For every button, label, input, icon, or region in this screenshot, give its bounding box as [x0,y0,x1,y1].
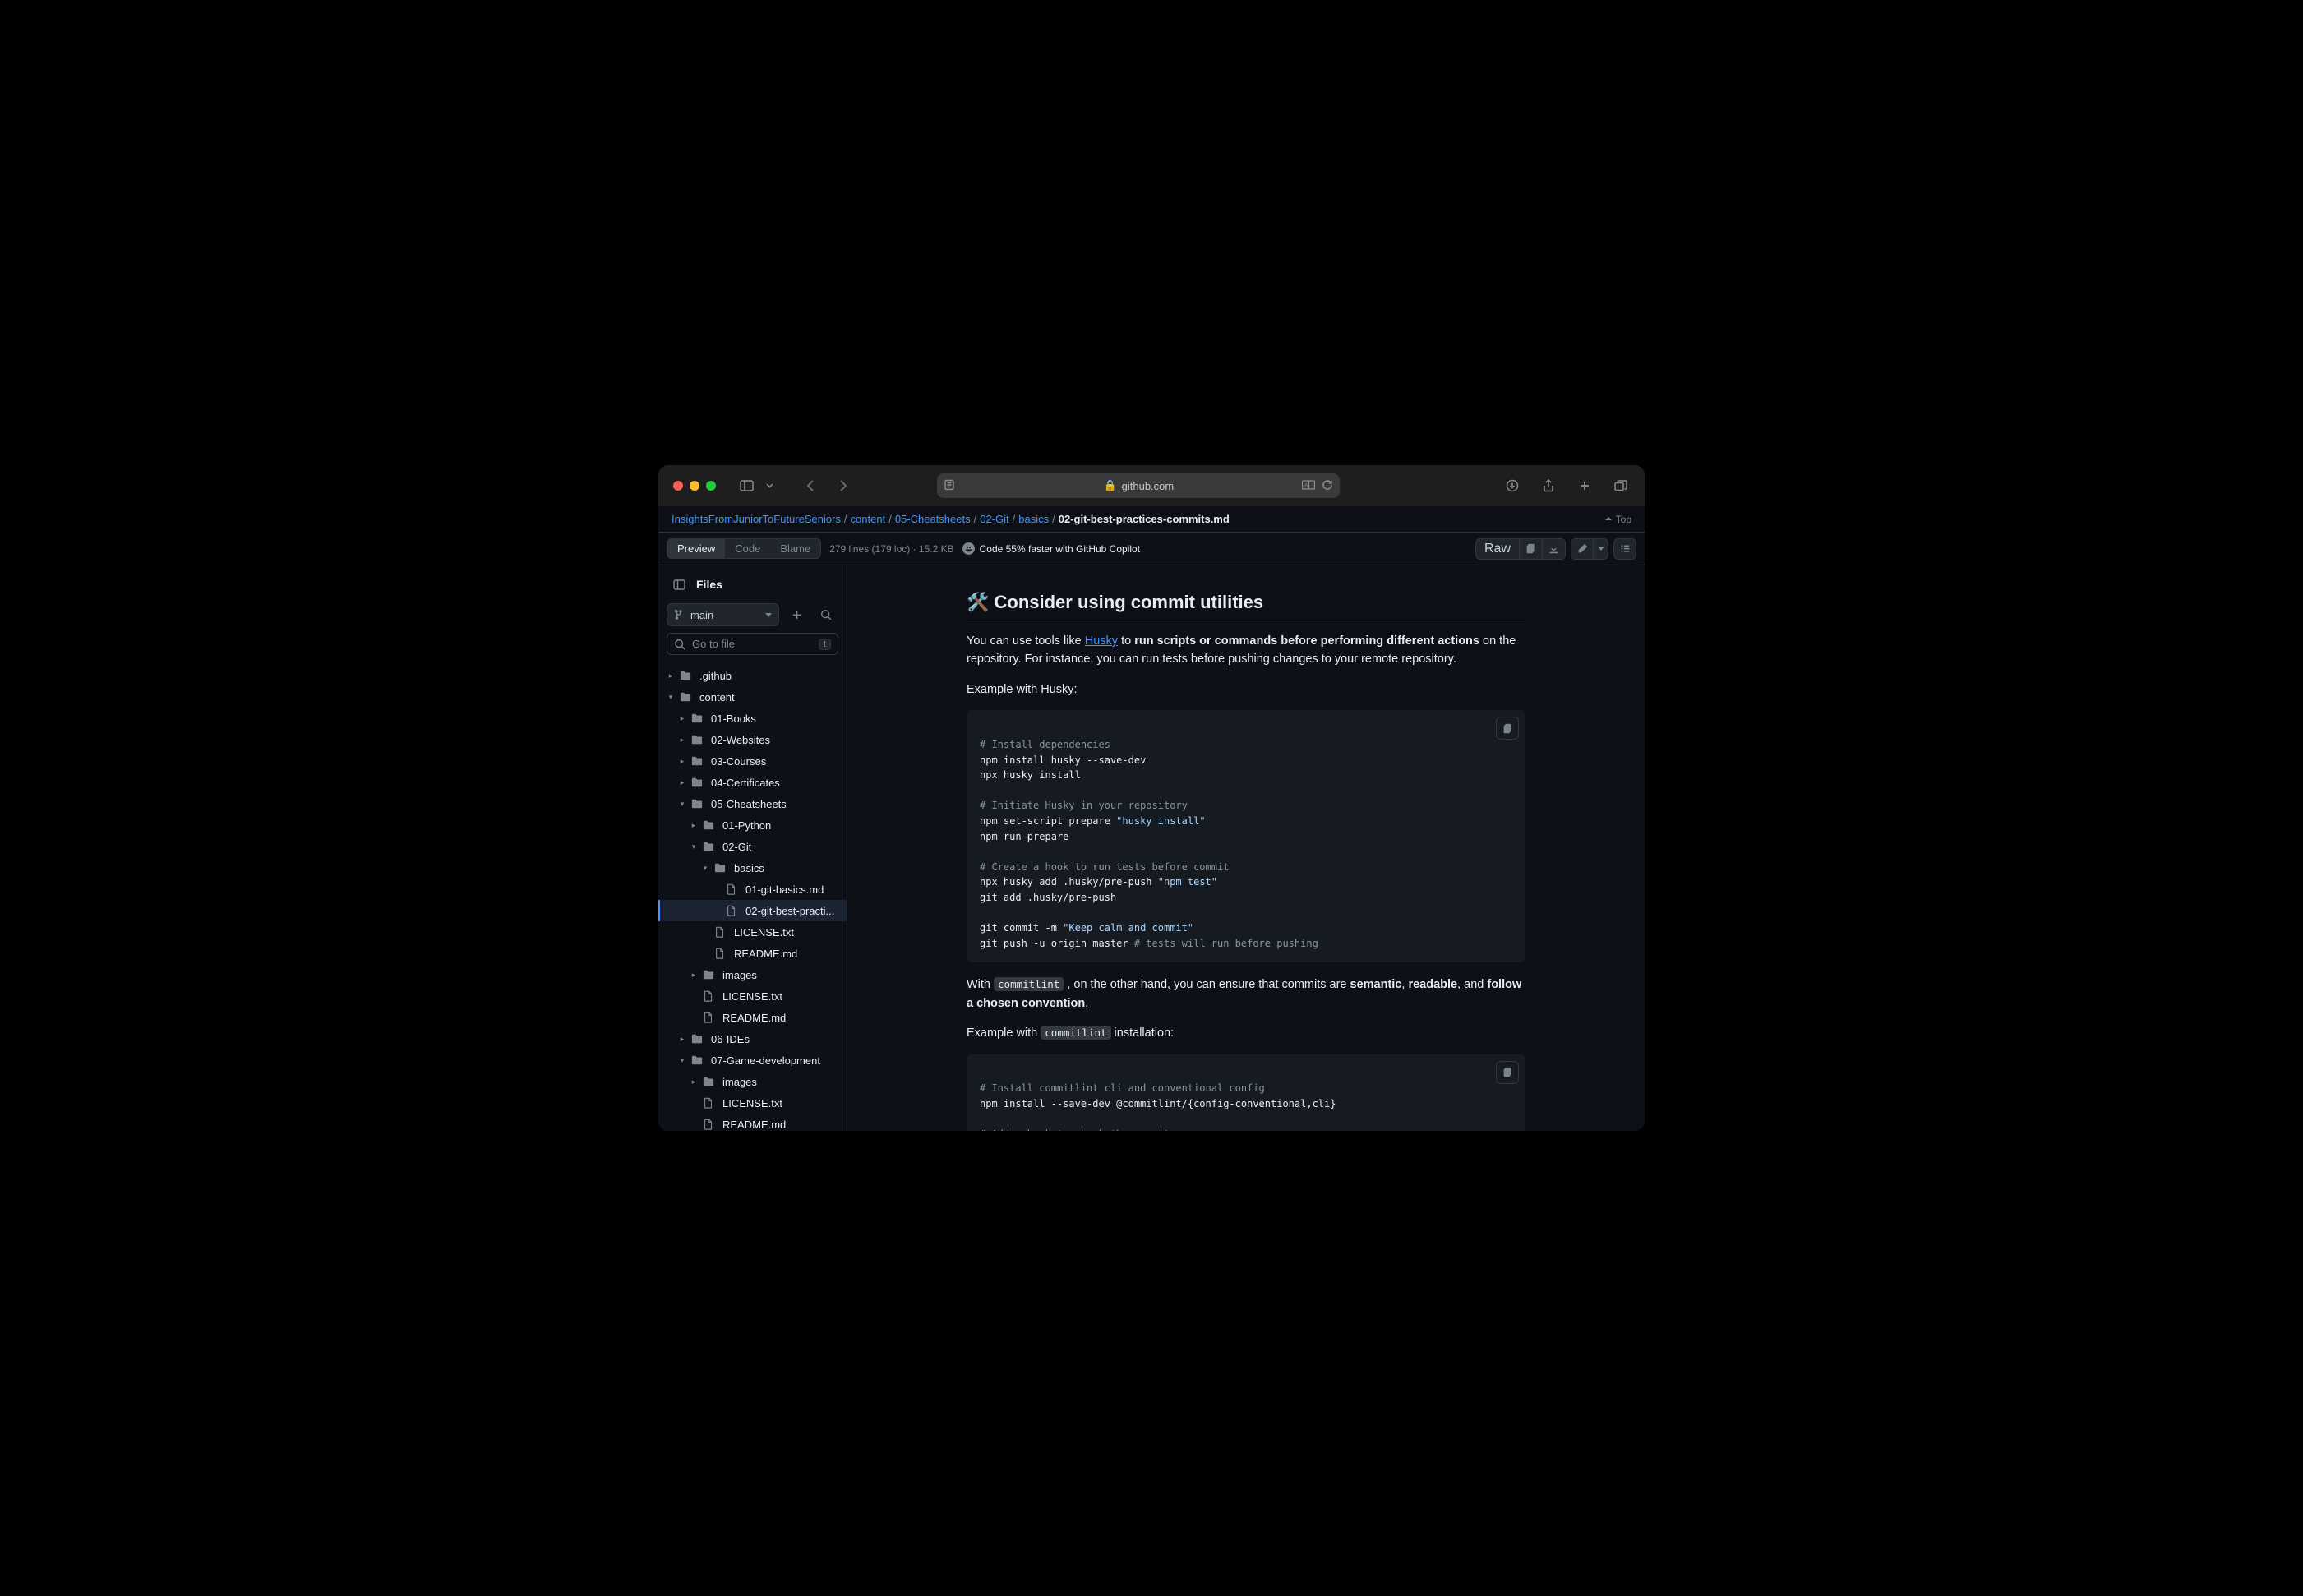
tree-folder[interactable]: ▾basics [658,857,847,879]
paragraph: Example with Husky: [967,680,1525,699]
tree-folder[interactable]: ▾02-Git [658,836,847,857]
add-file-icon[interactable] [784,603,809,626]
tree-folder[interactable]: ▸06-IDEs [658,1028,847,1049]
paragraph: You can use tools like Husky to run scri… [967,632,1525,669]
sidebar-title: Files [696,578,722,591]
tree-file[interactable]: 01-git-basics.md [658,879,847,900]
header-row: InsightsFromJuniorToFutureSeniors / cont… [658,506,1645,533]
translate-icon[interactable]: A [1302,479,1315,493]
tree-folder[interactable]: ▸01-Books [658,708,847,729]
tree-folder[interactable]: ▸01-Python [658,814,847,836]
go-to-top[interactable]: Top [1604,514,1631,525]
copilot-promo[interactable]: Code 55% faster with GitHub Copilot [962,542,1140,555]
breadcrumb-link[interactable]: content [851,513,886,525]
tree-folder[interactable]: ▸images [658,1071,847,1092]
tree-file[interactable]: README.md [658,1007,847,1028]
tree-folder[interactable]: ▸images [658,964,847,985]
chevron-down-icon[interactable] [760,477,778,495]
browser-window: 🔒 github.com A InsightsFromJuniorToFutur… [658,465,1645,1131]
tab-preview[interactable]: Preview [667,539,725,558]
tree-folder[interactable]: ▸04-Certificates [658,772,847,793]
tree-folder[interactable]: ▾content [658,686,847,708]
view-tabs: Preview Code Blame [667,538,821,559]
close-window[interactable] [673,481,683,491]
copy-raw-icon[interactable] [1520,538,1543,560]
breadcrumb-link[interactable]: InsightsFromJuniorToFutureSeniors [672,513,841,525]
paragraph: With commitlint , on the other hand, you… [967,976,1525,1012]
code-block: # Install dependencies npm install husky… [967,710,1525,962]
maximize-window[interactable] [706,481,716,491]
download-raw-icon[interactable] [1543,538,1566,560]
breadcrumb-current: 02-git-best-practices-commits.md [1059,513,1230,525]
sidebar-toggle-icon[interactable] [737,477,755,495]
url-bar[interactable]: 🔒 github.com A [937,473,1340,498]
edit-dropdown-icon[interactable] [1594,538,1608,560]
tab-blame[interactable]: Blame [770,539,820,558]
tree-folder[interactable]: ▸.github [658,665,847,686]
raw-button[interactable]: Raw [1475,538,1520,560]
tree-folder[interactable]: ▾07-Game-development [658,1049,847,1071]
collapse-sidebar-icon[interactable] [670,575,688,593]
lock-icon: 🔒 [1103,479,1116,492]
file-explorer: Files main Go to file t ▸.github▾content… [658,565,847,1131]
new-tab-icon[interactable] [1576,477,1594,495]
edit-icon[interactable] [1571,538,1594,560]
breadcrumb-link[interactable]: basics [1018,513,1049,525]
traffic-lights [673,481,716,491]
forward-icon[interactable] [834,477,852,495]
breadcrumb: InsightsFromJuniorToFutureSeniors / cont… [672,513,1601,525]
paragraph: Example with commitlint installation: [967,1024,1525,1042]
goto-file-input[interactable]: Go to file t [667,633,838,655]
breadcrumb-link[interactable]: 02-Git [980,513,1008,525]
tree-file[interactable]: LICENSE.txt [658,985,847,1007]
file-content: 🛠️ Consider using commit utilities You c… [847,565,1645,1131]
tab-code[interactable]: Code [725,539,770,558]
tree-file[interactable]: LICENSE.txt [658,921,847,943]
downloads-icon[interactable] [1503,477,1521,495]
tree-file[interactable]: README.md [658,1114,847,1131]
section-heading: 🛠️ Consider using commit utilities [967,592,1525,620]
tabs-icon[interactable] [1612,477,1630,495]
tree-file[interactable]: README.md [658,943,847,964]
copy-code-icon[interactable] [1496,717,1519,740]
outline-icon[interactable] [1613,538,1636,560]
husky-link[interactable]: Husky [1085,634,1118,648]
reload-icon[interactable] [1322,479,1333,493]
file-meta: 279 lines (179 loc) · 15.2 KB [829,543,953,555]
search-files-icon[interactable] [814,603,838,626]
url-text: github.com [1122,480,1175,492]
back-icon[interactable] [801,477,819,495]
tree-folder[interactable]: ▸02-Websites [658,729,847,750]
minimize-window[interactable] [690,481,699,491]
share-icon[interactable] [1539,477,1558,495]
code-block: # Install commitlint cli and conventiona… [967,1054,1525,1131]
tree-file[interactable]: LICENSE.txt [658,1092,847,1114]
reader-icon[interactable] [944,479,955,493]
branch-selector[interactable]: main [667,603,779,626]
copy-code-icon[interactable] [1496,1061,1519,1084]
file-tree: ▸.github▾content▸01-Books▸02-Websites▸03… [658,662,847,1131]
tree-folder[interactable]: ▸03-Courses [658,750,847,772]
breadcrumb-link[interactable]: 05-Cheatsheets [895,513,971,525]
file-toolbar: Preview Code Blame 279 lines (179 loc) ·… [658,533,1645,565]
titlebar: 🔒 github.com A [658,465,1645,506]
tree-folder[interactable]: ▾05-Cheatsheets [658,793,847,814]
tree-file[interactable]: 02-git-best-practi... [658,900,847,921]
svg-text:A: A [1304,483,1308,488]
